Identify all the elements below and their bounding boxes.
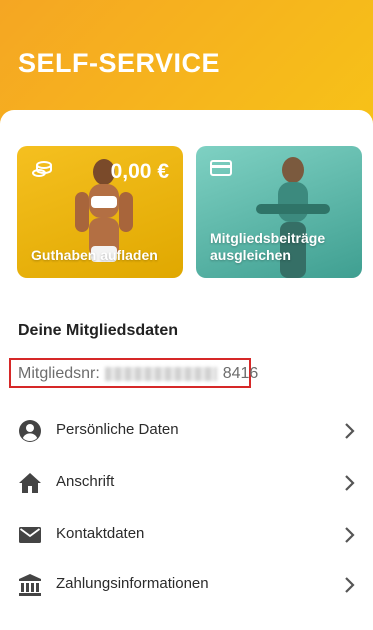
member-data-title: Deine Mitgliedsdaten <box>18 322 179 339</box>
member-number-highlight: Mitgliedsnr: 8416 <box>9 358 258 388</box>
menu-item-label: Anschrift <box>56 473 115 490</box>
menu-item-label: Persönliche Daten <box>56 421 179 438</box>
menu-item-label: Kontaktdaten <box>56 525 145 542</box>
menu-item-contact-data[interactable]: Kontaktdaten <box>0 510 373 562</box>
balance-amount: 0,00 € <box>110 160 169 183</box>
menu-item-label: Zahlungsinformationen <box>56 575 209 592</box>
chevron-right-icon <box>345 423 355 439</box>
person-icon <box>19 420 41 442</box>
mail-icon <box>19 527 41 543</box>
chevron-right-icon <box>345 527 355 543</box>
settle-fees-label-line2: ausgleichen <box>210 247 291 263</box>
home-icon <box>19 473 41 493</box>
member-number: Mitgliedsnr: 8416 <box>18 365 258 383</box>
settle-fees-label: Mitgliedsbeiträge ausgleichen <box>210 230 325 264</box>
member-number-suffix: 8416 <box>222 365 259 382</box>
menu-item-address[interactable]: Anschrift <box>0 458 373 510</box>
member-number-redacted <box>105 366 218 381</box>
settle-fees-label-line1: Mitgliedsbeiträge <box>210 230 326 246</box>
member-number-label: Mitgliedsnr: <box>18 365 100 382</box>
page-title: SELF-SERVICE <box>18 48 221 78</box>
bank-icon <box>19 574 41 596</box>
credit-card-icon <box>210 160 232 176</box>
menu-item-payment-info[interactable]: Zahlungsinformationen <box>0 560 373 612</box>
settle-fees-card[interactable]: Mitgliedsbeiträge ausgleichen <box>196 146 362 278</box>
top-up-balance-label: Guthaben aufladen <box>31 247 158 263</box>
menu-item-personal-data[interactable]: Persönliche Daten <box>0 406 373 458</box>
chevron-right-icon <box>345 577 355 593</box>
coins-icon <box>32 161 52 177</box>
top-up-balance-card[interactable]: 0,00 € Guthaben aufladen <box>17 146 183 278</box>
chevron-right-icon <box>345 475 355 491</box>
